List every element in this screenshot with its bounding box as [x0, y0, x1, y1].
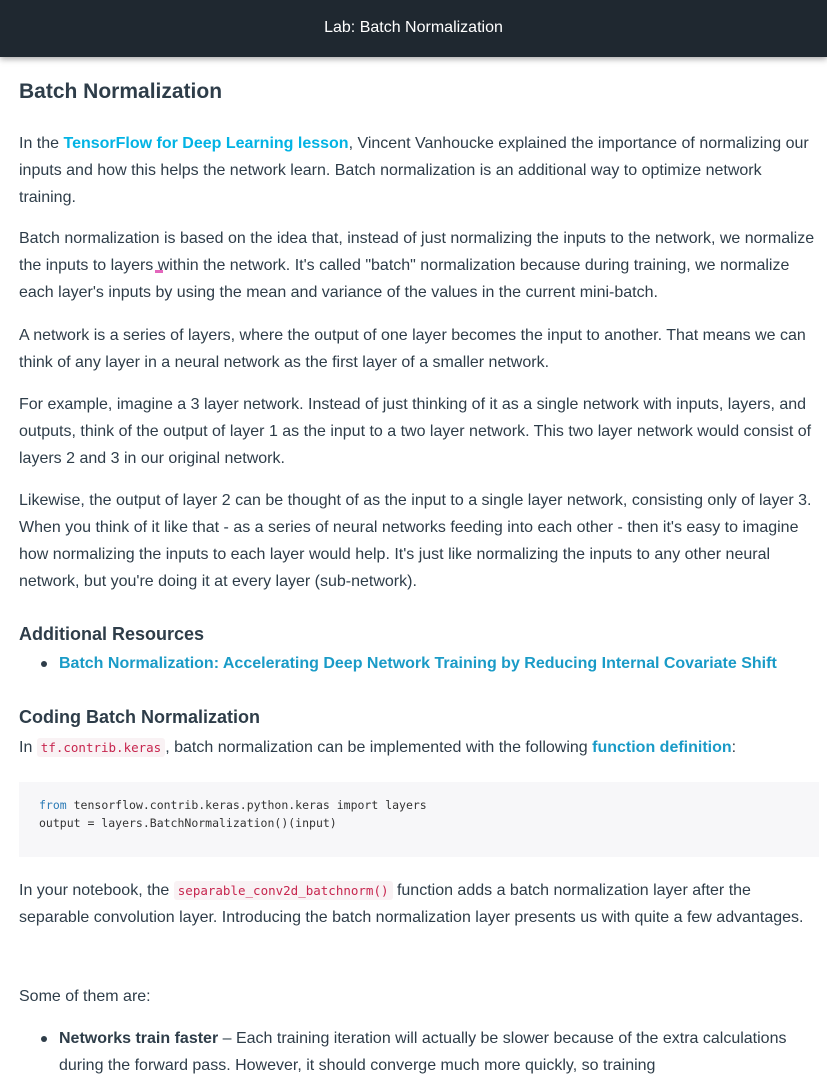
paragraph-example: For example, imagine a 3 layer network. … — [19, 396, 812, 467]
page-title: Batch Normalization — [19, 80, 223, 103]
notebook-paragraph: In your notebook, the separable_conv2d_b… — [19, 877, 819, 931]
intro-paragraph: In the TensorFlow for Deep Learning less… — [19, 130, 819, 211]
top-bar: Lab: Batch Normalization — [0, 0, 827, 57]
list-item: Batch Normalization: Accelerating Deep N… — [19, 650, 819, 677]
tf-contrib-keras-code: tf.contrib.keras — [36, 738, 166, 757]
paragraph-batch-norm-idea: Batch normalization is based on the idea… — [19, 230, 815, 301]
bullet-icon — [41, 1036, 47, 1042]
lab-title: Lab: Batch Normalization — [324, 19, 503, 36]
resources-list: Batch Normalization: Accelerating Deep N… — [19, 650, 819, 677]
bullet-icon — [41, 661, 47, 667]
advantages-intro: Some of them are: — [19, 988, 151, 1005]
paragraph-network-layers: A network is a series of layers, where t… — [19, 327, 806, 371]
coding-intro-mid: , batch normalization can be implemented… — [165, 739, 593, 756]
function-definition-link[interactable]: function definition — [592, 739, 732, 756]
coding-batch-norm-heading: Coding Batch Normalization — [19, 707, 261, 727]
notebook-text-before: In your notebook, the — [19, 882, 174, 899]
intro-text-before: In the — [19, 135, 64, 152]
code-block[interactable]: from tensorflow.contrib.keras.python.ker… — [19, 782, 819, 857]
paragraph-likewise: Likewise, the output of layer 2 can be t… — [19, 492, 812, 590]
batch-norm-paper-link[interactable]: Batch Normalization: Accelerating Deep N… — [59, 655, 777, 672]
additional-resources-heading: Additional Resources — [19, 624, 205, 644]
tensorflow-lesson-link[interactable]: TensorFlow for Deep Learning lesson — [63, 135, 348, 152]
list-item: Networks train faster – Each training it… — [19, 1025, 819, 1079]
cursor-highlight-mark — [155, 270, 163, 273]
coding-intro-before: In — [19, 739, 37, 756]
coding-intro-after: : — [731, 739, 737, 756]
code-line-2: output = layers.BatchNormalization()(inp… — [39, 816, 337, 830]
code-content: from tensorflow.contrib.keras.python.ker… — [39, 796, 427, 832]
coding-intro-paragraph: In tf.contrib.keras, batch normalization… — [19, 734, 819, 761]
advantages-list: Networks train faster – Each training it… — [19, 1025, 819, 1079]
code-line-1: tensorflow.contrib.keras.python.keras im… — [66, 798, 427, 812]
code-keyword-from: from — [39, 798, 67, 812]
separable-conv2d-code: separable_conv2d_batchnorm() — [173, 881, 393, 900]
advantage-title: Networks train faster — [59, 1030, 219, 1047]
